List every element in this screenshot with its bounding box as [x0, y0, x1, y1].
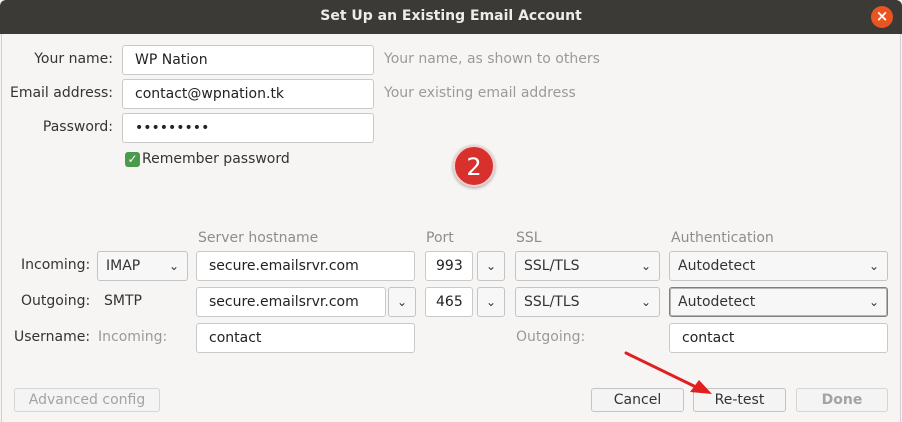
- username-incoming-label: Incoming:: [98, 329, 168, 345]
- username-label: Username:: [14, 329, 91, 345]
- remember-password-checkbox[interactable]: ✓: [125, 152, 140, 167]
- password-input[interactable]: •••••••••: [122, 113, 374, 143]
- email-label: Email address:: [9, 85, 113, 101]
- close-icon: ×: [875, 7, 889, 25]
- outgoing-port-input[interactable]: 465: [425, 287, 473, 317]
- email-input[interactable]: contact@wpnation.tk: [122, 79, 374, 109]
- password-label: Password:: [42, 119, 113, 135]
- annotation-arrow-icon: [624, 351, 712, 394]
- incoming-label: Incoming:: [21, 257, 91, 273]
- incoming-auth-value: Autodetect: [678, 258, 756, 274]
- advanced-config-button[interactable]: Advanced config: [14, 388, 160, 412]
- outgoing-ssl-value: SSL/TLS: [524, 294, 580, 310]
- close-button[interactable]: ×: [871, 6, 893, 28]
- incoming-port-dropdown[interactable]: ⌄: [477, 251, 505, 281]
- ssl-column-header: SSL: [516, 230, 542, 246]
- auth-column-header: Authentication: [671, 230, 774, 246]
- done-button[interactable]: Done: [796, 388, 888, 412]
- incoming-hostname-input[interactable]: secure.emailsrvr.com: [196, 251, 415, 281]
- hostname-column-header: Server hostname: [198, 230, 319, 246]
- email-hint: Your existing email address: [384, 85, 576, 101]
- step-badge: 2: [453, 145, 495, 187]
- chevron-down-icon: ⌄: [168, 259, 179, 273]
- incoming-ssl-select[interactable]: SSL/TLS ⌄: [515, 251, 660, 281]
- chevron-down-icon: ⌄: [396, 295, 408, 309]
- chevron-down-icon: ⌄: [640, 259, 651, 273]
- port-column-header: Port: [426, 230, 454, 246]
- outgoing-auth-value: Autodetect: [678, 294, 756, 310]
- chevron-down-icon: ⌄: [640, 295, 651, 309]
- incoming-ssl-value: SSL/TLS: [524, 258, 580, 274]
- outgoing-hostname-dropdown[interactable]: ⌄: [388, 287, 416, 317]
- chevron-down-icon: ⌄: [485, 259, 497, 273]
- window-title: Set Up an Existing Email Account: [320, 8, 582, 24]
- chevron-down-icon: ⌄: [868, 295, 879, 309]
- chevron-down-icon: ⌄: [868, 259, 879, 273]
- chevron-down-icon: ⌄: [485, 295, 497, 309]
- incoming-protocol-select[interactable]: IMAP ⌄: [97, 251, 188, 281]
- outgoing-protocol: SMTP: [104, 293, 142, 309]
- remember-password-label: Remember password: [142, 151, 290, 167]
- name-hint: Your name, as shown to others: [384, 51, 600, 67]
- dialog-content: Your name: WP Nation Your name, as shown…: [1, 34, 901, 422]
- username-outgoing-label: Outgoing:: [516, 329, 586, 345]
- outgoing-port-dropdown[interactable]: ⌄: [477, 287, 505, 317]
- outgoing-auth-select[interactable]: Autodetect ⌄: [669, 287, 888, 317]
- incoming-username-input[interactable]: contact: [196, 323, 415, 353]
- outgoing-ssl-select[interactable]: SSL/TLS ⌄: [515, 287, 660, 317]
- incoming-protocol-value: IMAP: [106, 258, 141, 274]
- outgoing-label: Outgoing:: [21, 293, 91, 309]
- incoming-auth-select[interactable]: Autodetect ⌄: [669, 251, 888, 281]
- name-input[interactable]: WP Nation: [122, 45, 374, 75]
- checkmark-icon: ✓: [127, 152, 138, 166]
- outgoing-hostname-input[interactable]: secure.emailsrvr.com: [196, 287, 386, 317]
- name-label: Your name:: [34, 51, 113, 67]
- title-bar: Set Up an Existing Email Account ×: [0, 0, 902, 34]
- incoming-port-input[interactable]: 993: [425, 251, 473, 281]
